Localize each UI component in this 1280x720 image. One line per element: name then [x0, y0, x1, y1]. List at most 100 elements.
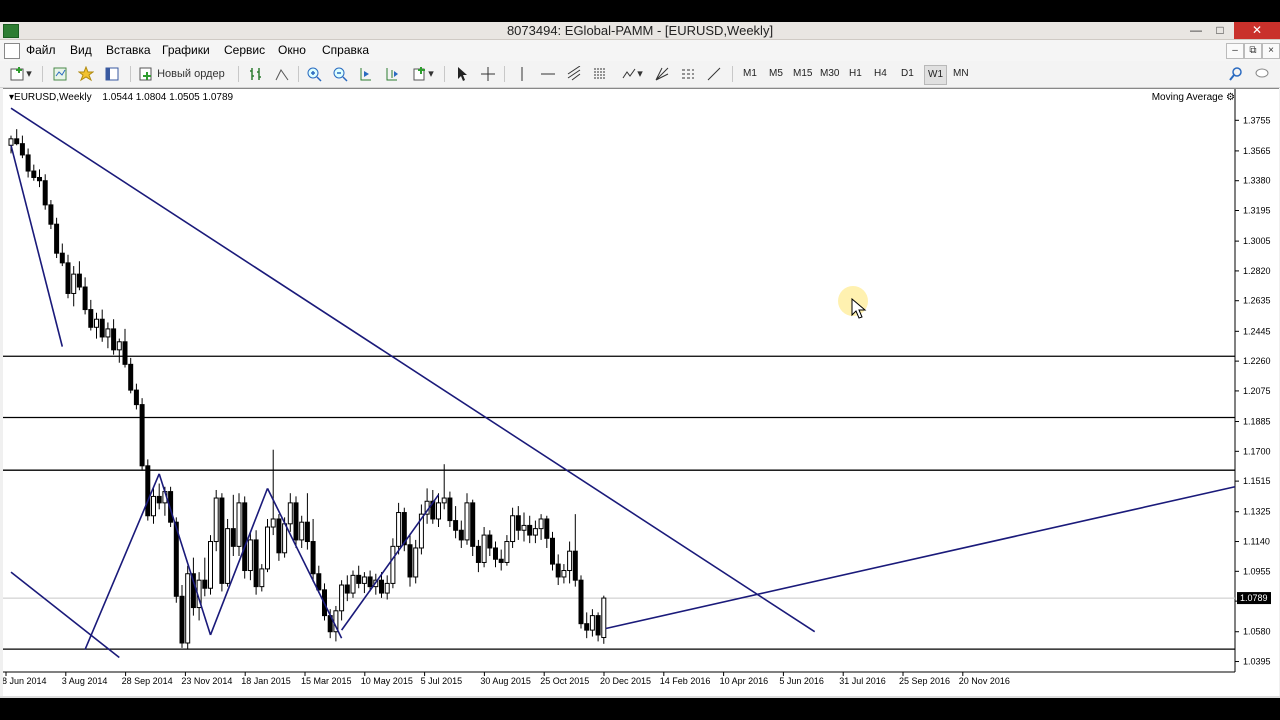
bullish-candle: [185, 573, 191, 644]
bearish-candle: [344, 584, 350, 594]
timeframe-mn[interactable]: MN: [950, 65, 972, 83]
trendline-button[interactable]: [564, 64, 584, 84]
zoom-out-icon: [333, 67, 348, 82]
bearish-candle: [379, 579, 384, 594]
bullish-candle: [481, 534, 487, 563]
timeframe-m15[interactable]: M15: [790, 65, 815, 83]
grid-lines-button[interactable]: [678, 64, 698, 84]
auto-scroll-button[interactable]: [356, 64, 376, 84]
bearish-candle: [202, 579, 208, 589]
bullish-candle: [225, 528, 231, 584]
shapes-button[interactable]: ▾: [618, 64, 646, 84]
bar-chart-button[interactable]: [246, 64, 266, 84]
bullish-candle: [396, 512, 402, 547]
time-tick-label: 5 Jun 2016: [779, 676, 824, 686]
search-button[interactable]: [1226, 64, 1246, 84]
crosshair-button[interactable]: [478, 64, 498, 84]
bearish-candle: [493, 547, 498, 560]
bearish-candle: [475, 545, 481, 563]
menu-help[interactable]: Справка: [322, 43, 369, 57]
navigator-button[interactable]: [102, 64, 122, 84]
bullish-candle: [504, 541, 510, 563]
zoom-out-button[interactable]: [330, 64, 350, 84]
menu-charts[interactable]: Графики: [162, 43, 210, 57]
auto-scroll-icon: [360, 68, 371, 81]
time-tick-label: 23 Nov 2014: [181, 676, 232, 686]
bullish-candle: [361, 576, 367, 584]
menu-tools[interactable]: Сервис: [224, 43, 265, 57]
terminal-window: 8073494: EGlobal-PAMM - [EURUSD,Weekly] …: [0, 22, 1280, 698]
time-tick-label: 30 Aug 2015: [480, 676, 531, 686]
bullish-candle: [441, 497, 447, 504]
bullish-candle: [265, 526, 270, 570]
child-close-icon[interactable]: ×: [1262, 43, 1280, 59]
time-tick-label: 10 May 2015: [361, 676, 413, 686]
menu-insert[interactable]: Вставка: [106, 43, 151, 57]
timeframe-h4[interactable]: H4: [871, 65, 890, 83]
bullish-candle: [390, 545, 396, 584]
bearish-candle: [458, 529, 464, 541]
child-restore-icon[interactable]: ⧉: [1244, 43, 1262, 59]
price-tick-label: 1.1885: [1243, 417, 1271, 427]
chart-shift-icon: [386, 68, 398, 81]
price-tick-label: 1.3755: [1243, 115, 1271, 125]
bearish-candle: [82, 286, 88, 311]
close-icon[interactable]: ✕: [1234, 22, 1280, 39]
window-title: 8073494: EGlobal-PAMM - [EURUSD,Weekly]: [506, 23, 774, 38]
timeframe-m30[interactable]: M30: [817, 65, 842, 83]
bullish-candle: [71, 273, 77, 294]
bullish-candle: [350, 574, 356, 594]
star-icon: [78, 66, 94, 82]
line-tool-button[interactable]: [704, 64, 724, 84]
bullish-candle: [464, 502, 470, 541]
profiles-button[interactable]: [50, 64, 70, 84]
timeframe-m5[interactable]: M5: [766, 65, 786, 83]
zoom-in-button[interactable]: [304, 64, 324, 84]
price-tick-label: 1.2445: [1243, 326, 1271, 336]
fibonacci-button[interactable]: [590, 64, 610, 84]
menu-bar: Файл Вид Вставка Графики Сервис Окно Спр…: [0, 40, 1280, 61]
menu-view[interactable]: Вид: [70, 43, 92, 57]
chart-window[interactable]: ▾EURUSD,Weekly 1.0544 1.0804 1.0505 1.07…: [3, 88, 1279, 697]
candles-chart-button[interactable]: [272, 64, 292, 84]
chart-shift-button[interactable]: [382, 64, 402, 84]
bearish-candle: [156, 495, 162, 504]
bearish-candle: [37, 176, 42, 182]
menu-window[interactable]: Окно: [278, 43, 306, 57]
timeframe-d1[interactable]: D1: [898, 65, 917, 83]
bearish-candle: [65, 262, 71, 294]
chat-button[interactable]: [1252, 64, 1272, 84]
horizontal-line-button[interactable]: [538, 64, 558, 84]
timeframe-h1[interactable]: H1: [846, 65, 865, 83]
trend-line: [158, 473, 212, 636]
timeframe-w1[interactable]: W1: [924, 65, 947, 85]
new-chart-icon: [10, 67, 24, 81]
maximize-icon[interactable]: □: [1206, 22, 1234, 39]
child-minimize-icon[interactable]: –: [1226, 43, 1244, 59]
bearish-candle: [304, 521, 310, 543]
new-chart-button[interactable]: ▾: [6, 64, 36, 84]
vertical-line-button[interactable]: [512, 64, 532, 84]
bullish-candle: [247, 539, 253, 572]
menu-file[interactable]: Файл: [26, 43, 56, 57]
title-bar: 8073494: EGlobal-PAMM - [EURUSD,Weekly] …: [0, 22, 1280, 40]
price-tick-label: 1.3005: [1243, 236, 1271, 246]
bearish-candle: [179, 595, 185, 644]
gann-button[interactable]: [652, 64, 672, 84]
indicators-icon: [413, 67, 426, 81]
bullish-candle: [601, 597, 607, 639]
new-order-button[interactable]: Новый ордер: [138, 64, 230, 84]
time-tick-label: 8 Jun 2014: [3, 676, 47, 686]
bearish-candle: [356, 574, 362, 584]
price-chart[interactable]: 1.3755 1.3565 1.3380 1.3195 1.3005 1.2820 1.26…: [3, 89, 1279, 697]
bullish-candle: [236, 502, 242, 547]
bearish-candle: [99, 318, 105, 338]
time-tick-label: 15 Mar 2015: [301, 676, 352, 686]
favorites-button[interactable]: [76, 64, 96, 84]
price-tick-label: 1.0395: [1243, 657, 1271, 667]
profiles-icon: [53, 67, 67, 81]
cursor-icon: [458, 67, 467, 82]
cursor-tool-button[interactable]: [452, 64, 472, 84]
indicators-button[interactable]: ▾: [408, 64, 438, 84]
timeframe-m1[interactable]: M1: [740, 65, 760, 83]
